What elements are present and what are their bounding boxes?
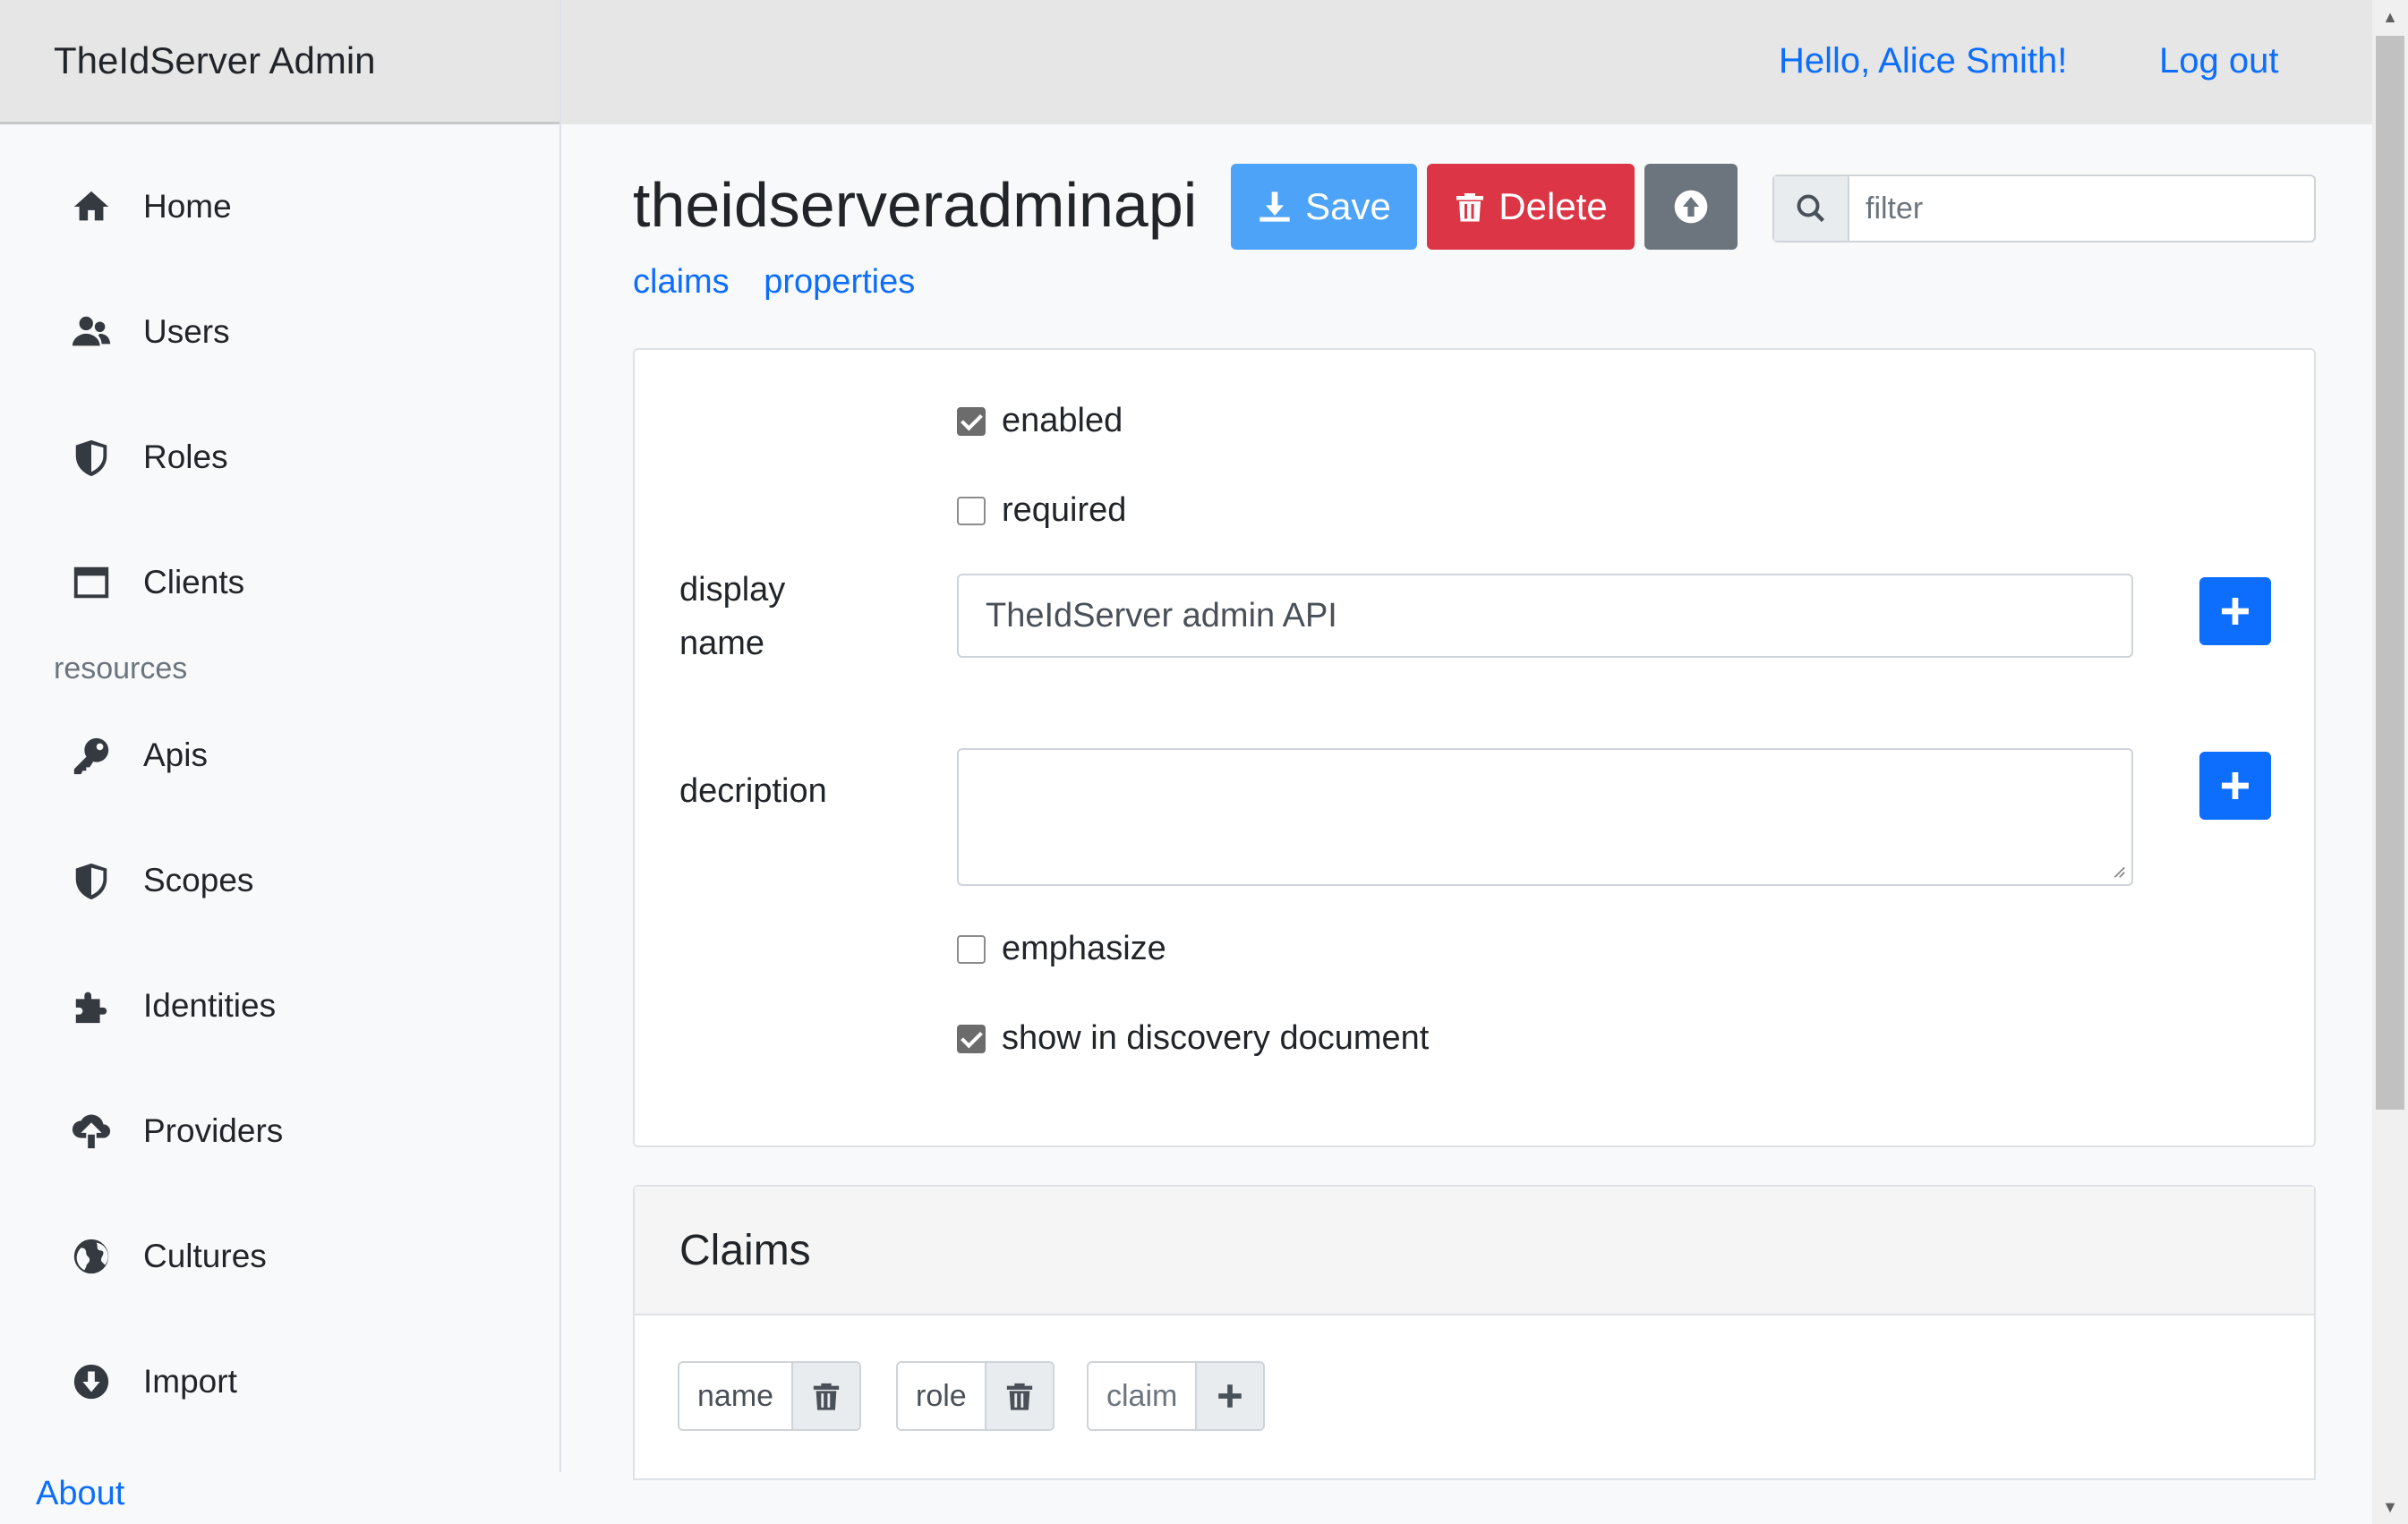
sidebar-item-providers[interactable]: Providers [0,1069,559,1194]
properties-link[interactable]: properties [764,263,915,301]
add-claim-button[interactable] [1195,1363,1264,1429]
sidebar: TheIdServer Admin Home Users Roles Clien… [0,0,561,1472]
enabled-checkbox[interactable] [957,406,986,436]
add-display-name-translation-button[interactable] [2199,577,2271,645]
sidebar-item-label: Scopes [143,862,254,898]
sidebar-item-label: Users [143,313,230,350]
sidebar-item-cultures[interactable]: Cultures [0,1194,559,1319]
arrow-circle-down-icon [70,1360,113,1403]
puzzle-icon [70,984,113,1027]
emphasize-checkbox[interactable] [957,934,986,964]
sidebar-item-label: Identities [143,987,277,1024]
resources-nav: Apis Scopes Identities Providers Culture… [0,693,559,1444]
show-in-discovery-label: show in discovery document [1002,1019,1430,1057]
plus-icon [1218,1384,1242,1408]
download-icon [1260,192,1290,222]
sidebar-item-label: Apis [143,736,208,773]
api-form-card: enabled required display name TheIdServe… [633,348,2316,1147]
claims-card: Claims name role claim [633,1185,2316,1480]
arrow-circle-up-icon [1674,190,1708,224]
shield-icon [70,859,113,902]
sidebar-item-identities[interactable]: Identities [0,943,559,1069]
sidebar-nav: Home Users Roles Clients [0,124,559,645]
top-bar: Hello, Alice Smith! Log out [561,0,2372,124]
sidebar-item-scopes[interactable]: Scopes [0,818,559,943]
trash-icon [1006,1383,1032,1410]
emphasize-row: emphasize [957,930,1166,968]
sidebar-item-clients[interactable]: Clients [0,520,559,645]
required-checkbox[interactable] [957,496,986,525]
scroll-up-arrow-icon[interactable]: ▲ [2372,0,2408,34]
users-icon [70,311,113,353]
save-button-label: Save [1305,185,1391,227]
remove-claim-button[interactable] [984,1363,1053,1429]
description-label: decription [679,772,827,810]
section-links: claims properties [633,263,940,302]
claim-tag: name [678,1361,862,1431]
claim-tag-label: name [697,1378,774,1413]
show-in-discovery-row: show in discovery document [957,1019,1429,1058]
export-button[interactable] [1644,164,1738,250]
add-description-translation-button[interactable] [2199,752,2271,820]
search-icon [1774,176,1849,241]
emphasize-label: emphasize [1002,930,1166,967]
sidebar-item-label: Import [143,1363,237,1400]
save-button[interactable]: Save [1231,164,1417,250]
delete-button-label: Delete [1499,185,1608,227]
sidebar-item-label: Roles [143,438,228,475]
about-link[interactable]: About [36,1475,124,1513]
shield-icon [70,436,113,479]
filter-input-group [1772,175,2316,243]
sidebar-item-home[interactable]: Home [0,144,559,269]
show-in-discovery-checkbox[interactable] [957,1024,986,1053]
claim-tag: role [896,1361,1055,1431]
sidebar-item-label: Providers [143,1112,284,1149]
remove-claim-button[interactable] [791,1363,860,1429]
delete-button[interactable]: Delete [1427,164,1635,250]
required-row: required [957,491,1126,530]
resize-handle-icon[interactable] [2110,863,2126,879]
display-name-input[interactable]: TheIdServer admin API [957,574,2133,658]
claim-tag-label: role [916,1378,967,1413]
scrollbar-thumb[interactable] [2376,36,2404,1110]
page-title: theidserveradminapi [633,170,1198,240]
user-greeting-link[interactable]: Hello, Alice Smith! [1779,41,2067,81]
resources-section-label: resources [54,651,188,685]
vertical-scrollbar[interactable]: ▲ ▼ [2372,0,2408,1524]
sidebar-item-users[interactable]: Users [0,269,559,395]
new-claim-input-group: claim [1087,1361,1266,1431]
home-icon [70,185,113,228]
sidebar-item-label: Home [143,188,232,225]
scroll-down-arrow-icon[interactable]: ▼ [2372,1490,2408,1524]
enabled-label: enabled [1002,402,1123,439]
plus-icon [2222,598,2249,625]
logout-link[interactable]: Log out [2159,41,2278,81]
brand-title[interactable]: TheIdServer Admin [0,0,559,124]
window-icon [70,561,113,604]
main-content: theidserveradminapi Save Delete claims p… [561,124,2372,1480]
plus-icon [2222,772,2249,799]
key-icon [70,734,113,777]
sidebar-item-import[interactable]: Import [0,1319,559,1444]
new-claim-input[interactable]: claim [1089,1363,1195,1429]
trash-icon [813,1383,840,1410]
required-label: required [1002,491,1127,529]
sidebar-item-roles[interactable]: Roles [0,395,559,520]
claims-link[interactable]: claims [633,263,730,301]
filter-input[interactable] [1849,176,2314,241]
display-name-label: display name [679,571,786,662]
enabled-row: enabled [957,402,1123,440]
cloud-upload-icon [70,1110,113,1153]
sidebar-item-label: Cultures [143,1238,267,1274]
description-textarea[interactable] [957,748,2133,886]
sidebar-item-label: Clients [143,564,245,600]
globe-icon [70,1235,113,1278]
trash-icon [1456,193,1484,222]
sidebar-item-apis[interactable]: Apis [0,693,559,818]
claims-title: Claims [635,1187,2314,1315]
